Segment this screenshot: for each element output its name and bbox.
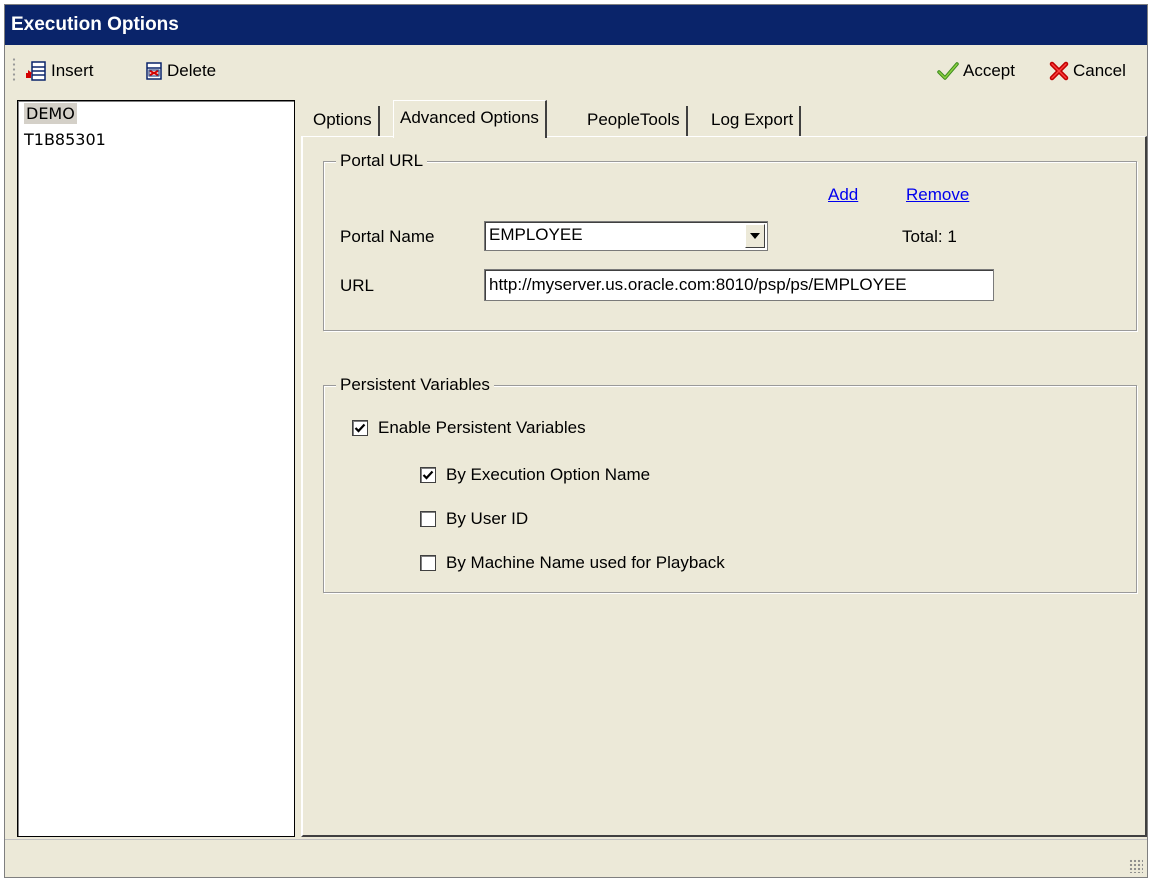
status-bar	[5, 839, 1147, 877]
triangle-down-icon[interactable]	[745, 224, 765, 248]
list-item[interactable]: DEMO	[18, 101, 294, 127]
portal-url-group: Portal URL Add Remove Portal Name EMPLOY…	[323, 150, 1137, 331]
checkbox-box[interactable]	[420, 555, 436, 571]
delete-button[interactable]: Delete	[145, 57, 216, 85]
resize-grip[interactable]	[1129, 859, 1143, 873]
accept-label: Accept	[963, 61, 1015, 80]
portal-name-select[interactable]: EMPLOYEE	[484, 221, 768, 251]
url-label: URL	[340, 276, 375, 295]
insert-label: Insert	[51, 61, 94, 80]
execution-options-window: Execution Options Insert Delete Accept C…	[4, 4, 1148, 878]
tab-control: Options Advanced Options PeopleTools Log…	[301, 100, 1147, 837]
checkbox-box[interactable]	[420, 511, 436, 527]
execution-option-list[interactable]: DEMO T1B85301	[17, 100, 295, 837]
checkbox-box[interactable]	[420, 467, 436, 483]
window-title: Execution Options	[5, 5, 1147, 45]
portal-url-group-title: Portal URL	[336, 150, 428, 172]
accept-button[interactable]: Accept	[937, 57, 1015, 85]
toolbar-grip[interactable]	[12, 57, 16, 83]
tab-log-export[interactable]: Log Export	[705, 106, 802, 136]
toolbar: Insert Delete Accept Cancel	[5, 45, 1147, 97]
enable-persistent-variables-checkbox[interactable]: Enable Persistent Variables	[352, 418, 586, 438]
enable-persistent-variables-label: Enable Persistent Variables	[378, 418, 586, 437]
by-machine-name-checkbox[interactable]: By Machine Name used for Playback	[420, 553, 725, 573]
list-item[interactable]: T1B85301	[18, 127, 294, 153]
tab-advanced-options[interactable]: Advanced Options	[393, 100, 547, 138]
checkbox-box[interactable]	[352, 420, 368, 436]
by-machine-name-label: By Machine Name used for Playback	[446, 553, 725, 572]
checkmark-icon	[937, 61, 959, 81]
portal-name-label: Portal Name	[340, 227, 435, 246]
cancel-label: Cancel	[1073, 61, 1126, 80]
delete-row-icon	[145, 61, 163, 81]
insert-row-icon	[25, 60, 47, 82]
by-user-id-checkbox[interactable]: By User ID	[420, 509, 528, 529]
delete-label: Delete	[167, 61, 217, 80]
persistent-variables-group: Persistent Variables Enable Persistent V…	[323, 374, 1137, 593]
by-user-id-label: By User ID	[446, 509, 529, 528]
tab-peopletools[interactable]: PeopleTools	[581, 106, 688, 136]
add-link[interactable]: Add	[828, 185, 858, 205]
red-x-icon	[1049, 61, 1069, 81]
advanced-options-panel: Portal URL Add Remove Portal Name EMPLOY…	[301, 136, 1147, 837]
by-execution-option-name-checkbox[interactable]: By Execution Option Name	[420, 465, 650, 485]
portal-name-value: EMPLOYEE	[489, 225, 583, 244]
persistent-variables-group-title: Persistent Variables	[336, 374, 494, 396]
insert-button[interactable]: Insert	[25, 57, 94, 85]
tab-options[interactable]: Options	[307, 106, 380, 136]
tab-strip: Options Advanced Options PeopleTools Log…	[301, 100, 1147, 138]
url-input[interactable]	[484, 269, 994, 301]
total-count: Total: 1	[902, 227, 957, 246]
cancel-button[interactable]: Cancel	[1049, 57, 1126, 85]
by-execution-option-name-label: By Execution Option Name	[446, 465, 651, 484]
remove-link[interactable]: Remove	[906, 185, 969, 205]
